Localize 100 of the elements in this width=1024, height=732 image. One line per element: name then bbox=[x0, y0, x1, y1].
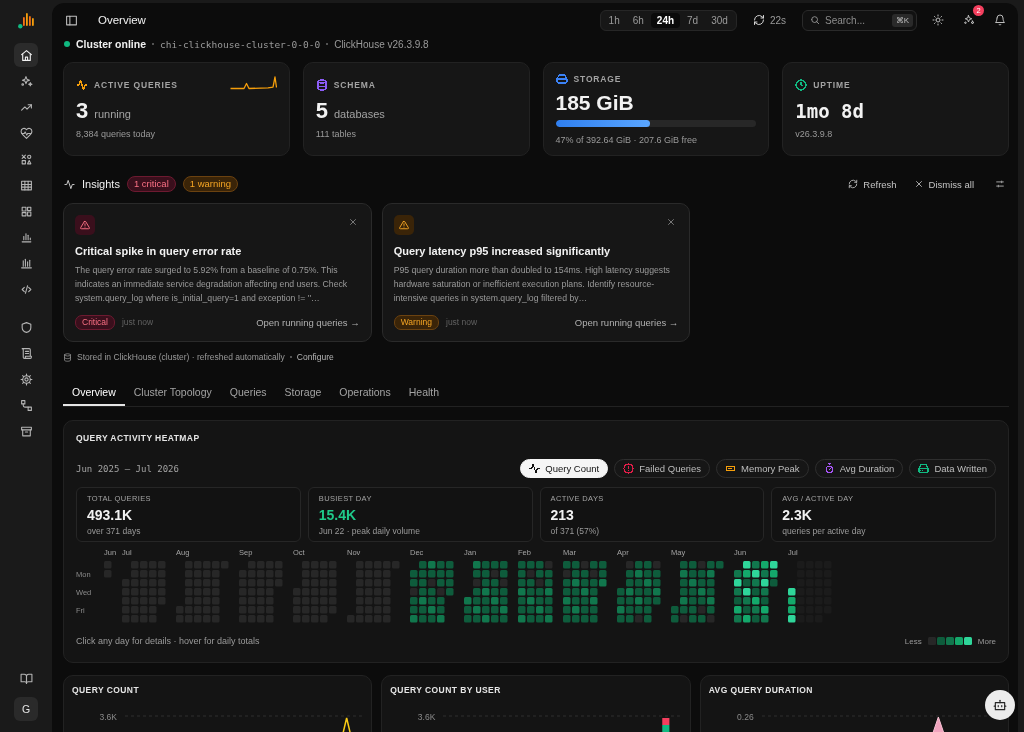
bell-icon bbox=[994, 14, 1006, 26]
stat-detail: v26.3.9.8 bbox=[795, 128, 834, 140]
date-range: Jun 2025 — Jul 2026 bbox=[76, 463, 179, 474]
stat-value: 3 bbox=[76, 98, 89, 123]
heart-pulse-icon bbox=[19, 126, 33, 140]
axis-tick-label: 3.6K bbox=[416, 711, 436, 723]
warning-icon bbox=[75, 215, 95, 235]
sparkles-icon bbox=[963, 14, 975, 26]
search-icon bbox=[810, 15, 820, 25]
axis-tick-label: 3.6K bbox=[98, 711, 117, 723]
summary-value: 493.1K bbox=[87, 506, 134, 523]
sun-icon bbox=[932, 14, 944, 26]
metric-toggle[interactable]: Query Count bbox=[520, 459, 609, 478]
code-icon bbox=[19, 282, 33, 296]
sparkles-icon bbox=[19, 74, 33, 88]
settings-icon bbox=[19, 372, 33, 386]
tab[interactable]: Cluster Topology bbox=[124, 380, 221, 406]
stat-value: 5 bbox=[315, 98, 328, 123]
dismiss-all-button[interactable]: Dismiss all bbox=[913, 178, 974, 190]
cluster-status: Cluster online bbox=[76, 38, 146, 50]
tab[interactable]: Queries bbox=[220, 380, 276, 406]
tab[interactable]: Storage bbox=[275, 380, 331, 406]
stat-detail: 8,384 queries today bbox=[76, 128, 157, 140]
activity-sparkline bbox=[229, 74, 277, 91]
cluster-host: chi-clickhouse-cluster-0-0-0 bbox=[160, 38, 321, 50]
card-title: QUERY COUNT BY USER bbox=[390, 684, 502, 696]
close-icon bbox=[666, 217, 677, 227]
metric-toggle[interactable]: Data Written bbox=[909, 459, 996, 478]
stat-value: 185 GiB bbox=[555, 90, 634, 115]
assistant-chat-button[interactable] bbox=[985, 690, 1015, 720]
intensity-scale-icon bbox=[927, 637, 972, 645]
cluster-version: ClickHouse v26.3.9.8 bbox=[334, 38, 429, 50]
refresh-icon bbox=[848, 179, 859, 189]
stat-unit: running bbox=[94, 107, 131, 120]
axis-tick-label: 0.26 bbox=[736, 711, 754, 723]
action-link[interactable]: Open running queries → bbox=[574, 316, 679, 328]
heatmap-hint: Click any day for details · hover for daily totals bbox=[76, 636, 260, 646]
time-range-option[interactable]: 24h bbox=[650, 12, 681, 28]
home-icon bbox=[19, 48, 33, 62]
pulse-icon bbox=[529, 463, 541, 474]
severity-badge: Warning bbox=[393, 314, 439, 330]
card-title: QUERY ACTIVITY HEATMAP bbox=[76, 432, 201, 444]
summary-value: 213 bbox=[550, 506, 575, 523]
storage-note: Stored in ClickHouse (cluster) · refreshed automatically bbox=[77, 352, 285, 362]
legend-label: More bbox=[977, 636, 996, 646]
archive-icon bbox=[19, 424, 33, 438]
database-icon bbox=[63, 352, 72, 362]
sliders-icon bbox=[995, 179, 1005, 189]
metric-toggle[interactable]: Failed Queries bbox=[614, 459, 710, 478]
insight-description: The query error rate surged to 5.92% from a baseline of 0.75%. This indicates an immediate service degradation affecting end users. Check system.query_log where is_initial_query=1 and exception != ''… bbox=[75, 264, 349, 305]
tab[interactable]: Health bbox=[399, 380, 449, 406]
shield-icon bbox=[19, 320, 33, 334]
metric-toggle[interactable]: Avg Duration bbox=[814, 459, 904, 478]
summary-value: 2.3K bbox=[782, 506, 813, 523]
blocks-icon bbox=[19, 204, 33, 218]
scroll-icon bbox=[19, 346, 33, 360]
activity-heatmap[interactable] bbox=[104, 561, 833, 624]
severity-count-badge: 1 critical bbox=[126, 176, 176, 192]
columns-chart-icon bbox=[19, 256, 33, 270]
stat-label: ACTIVE QUERIES bbox=[94, 79, 178, 90]
summary-value: 15.4K bbox=[318, 506, 358, 523]
stat-unit: databases bbox=[334, 107, 385, 120]
user-avatar[interactable]: G bbox=[14, 697, 38, 721]
close-icon bbox=[347, 217, 358, 227]
configure-link[interactable]: Configure bbox=[296, 352, 334, 362]
summary-detail: Jun 22 · peak daily volume bbox=[318, 525, 421, 536]
tab[interactable]: Operations bbox=[330, 380, 400, 406]
summary-detail: queries per active day bbox=[782, 525, 867, 536]
stat-label: UPTIME bbox=[813, 79, 851, 90]
table-icon bbox=[19, 178, 33, 192]
tab[interactable]: Overview bbox=[63, 380, 125, 406]
stat-label: STORAGE bbox=[573, 73, 622, 84]
bot-icon bbox=[993, 698, 1007, 712]
summary-detail: of 371 (57%) bbox=[550, 525, 601, 536]
insight-title: Critical spike in query error rate bbox=[75, 245, 243, 258]
time-range-option[interactable]: 7d bbox=[681, 12, 705, 28]
page-title: Overview bbox=[98, 14, 146, 26]
metric-toggle[interactable]: Memory Peak bbox=[716, 459, 809, 478]
time-range-option[interactable]: 1h bbox=[602, 12, 626, 28]
summary-detail: over 371 days bbox=[87, 525, 142, 536]
settings-button[interactable] bbox=[995, 179, 1005, 189]
refresh-button[interactable]: Refresh bbox=[848, 178, 897, 190]
section-title: Insights bbox=[82, 178, 120, 190]
nav-item[interactable] bbox=[14, 43, 38, 67]
stat-label: SCHEMA bbox=[333, 79, 376, 90]
auto-refresh-button[interactable]: 22s bbox=[752, 14, 786, 26]
workflow-icon bbox=[19, 398, 33, 412]
close-icon bbox=[913, 179, 924, 189]
card-title: AVG QUERY DURATION bbox=[708, 684, 814, 696]
timestamp: just now bbox=[122, 317, 154, 327]
time-range-option[interactable]: 30d bbox=[705, 12, 734, 28]
severity-badge: Critical bbox=[75, 314, 115, 330]
insight-description: P95 query duration more than doubled to 154ms. High latency suggests hardware saturation or inefficient execution plans. Identify resource-intensive queries in system.query_log filtered by… bbox=[393, 264, 671, 305]
legend-label: Less bbox=[904, 636, 922, 646]
bar-chart-icon bbox=[19, 230, 33, 244]
time-range-option[interactable]: 6h bbox=[626, 12, 650, 28]
timestamp: just now bbox=[446, 317, 478, 327]
action-link[interactable]: Open running queries → bbox=[256, 316, 360, 328]
panel-icon bbox=[64, 13, 78, 27]
severity-count-badge: 1 warning bbox=[182, 176, 238, 192]
